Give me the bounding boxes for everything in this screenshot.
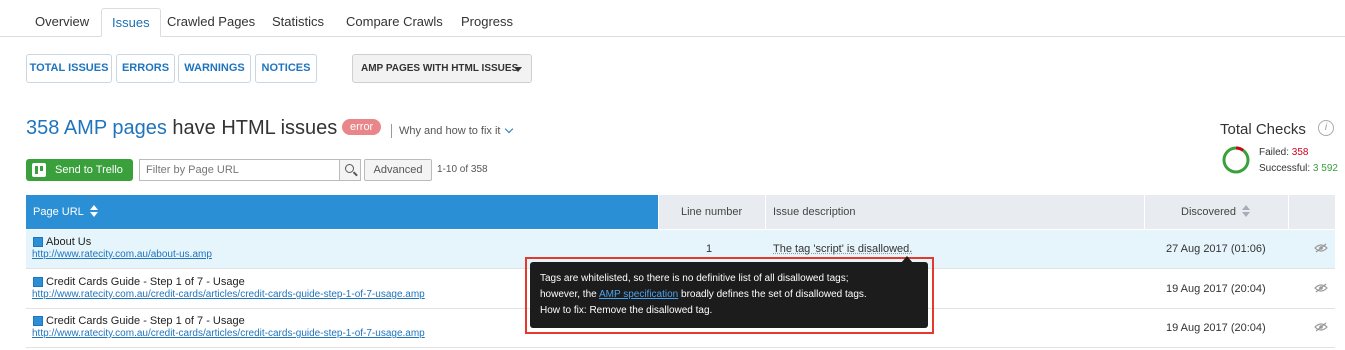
tooltip-line-2: however, the AMP specification broadly d… [540, 287, 918, 303]
column-issue-description: Issue description [773, 206, 856, 218]
row-page-url[interactable]: http://www.ratecity.com.au/credit-cards/… [32, 289, 425, 300]
failed-value: 358 [1291, 147, 1309, 158]
tooltip-line-1: Tags are whitelisted, so there is no def… [540, 273, 849, 284]
tooltip-line-3: How to fix: Remove the disallowed tag. [540, 305, 713, 316]
successful-count: Successful: 3 592 [1259, 163, 1338, 174]
donut-success-ring [1222, 146, 1250, 174]
send-to-trello-label: Send to Trello [55, 164, 123, 176]
successful-value: 3 592 [1312, 163, 1338, 174]
total-checks-title: Total Checks [1220, 121, 1306, 138]
tooltip-text: broadly defines the set of disallowed ta… [678, 289, 867, 300]
caret-down-icon [514, 67, 522, 72]
tab-progress[interactable]: Progress [451, 8, 523, 37]
table-header: Page URL Line number Issue description D… [26, 195, 1335, 229]
sort-icon [89, 205, 99, 218]
errors-button[interactable]: ERRORS [116, 54, 175, 83]
search-icon-handle [353, 171, 358, 177]
trello-icon [32, 163, 46, 177]
divider [1288, 195, 1289, 229]
checks-donut-chart [1222, 146, 1250, 174]
status-badge: error [342, 119, 382, 135]
row-page-title: Credit Cards Guide - Step 1 of 7 - Usage [46, 315, 245, 327]
tab-crawled-pages[interactable]: Crawled Pages [157, 8, 265, 37]
donut-failed-arc [1235, 146, 1244, 152]
row-discovered-date: 19 Aug 2017 (20:04) [1166, 283, 1266, 295]
external-link-icon[interactable] [33, 237, 43, 247]
row-page-title: About Us [46, 236, 92, 248]
search-button[interactable] [339, 159, 361, 181]
info-icon[interactable]: i [1318, 120, 1334, 136]
row-discovered-date: 19 Aug 2017 (20:04) [1166, 322, 1266, 334]
column-discovered-label: Discovered [1181, 206, 1237, 218]
row-page-url[interactable]: http://www.ratecity.com.au/about-us.amp [32, 249, 212, 260]
column-line-number: Line number [681, 206, 743, 218]
tooltip-text: however, the [540, 289, 599, 300]
hide-eye-icon[interactable] [1314, 322, 1328, 332]
total-issues-button[interactable]: TOTAL ISSUES [26, 54, 112, 83]
column-page-url[interactable]: Page URL [26, 195, 658, 229]
row-discovered-date: 27 Aug 2017 (01:06) [1166, 243, 1266, 255]
tab-bar: Overview Issues Crawled Pages Statistics… [0, 0, 1345, 37]
amp-specification-link[interactable]: AMP specification [599, 289, 678, 300]
sort-icon [1242, 205, 1251, 218]
page-title-text: have HTML issues [166, 117, 338, 139]
failed-count: Failed: 358 [1259, 147, 1308, 158]
page-title: 358 AMP pages have HTML issues [26, 116, 337, 140]
why-fix-link[interactable]: Why and how to fix it [399, 124, 513, 138]
divider [658, 195, 659, 229]
filter-url-input[interactable] [139, 159, 339, 181]
issue-type-select[interactable]: AMP PAGES WITH HTML ISSUES [352, 54, 532, 83]
row-line-number: 1 [706, 243, 713, 255]
failed-label: Failed: [1259, 147, 1290, 158]
chevron-down-icon [504, 124, 513, 134]
column-page-url-label: Page URL [33, 206, 84, 218]
row-issue-description[interactable]: The tag 'script' is disallowed. [773, 243, 912, 255]
issue-tooltip: Tags are whitelisted, so there is no def… [530, 262, 928, 328]
tab-issues[interactable]: Issues [101, 8, 161, 37]
notices-button[interactable]: NOTICES [255, 54, 317, 83]
external-link-icon[interactable] [33, 316, 43, 326]
hide-eye-icon[interactable] [1314, 243, 1328, 253]
send-to-trello-button[interactable]: Send to Trello [26, 159, 133, 181]
successful-label: Successful: [1259, 163, 1311, 174]
pages-count-link[interactable]: 358 AMP pages [26, 117, 167, 139]
row-page-title: Credit Cards Guide - Step 1 of 7 - Usage [46, 276, 245, 288]
hide-eye-icon[interactable] [1314, 283, 1328, 293]
column-discovered[interactable]: Discovered [1181, 195, 1251, 229]
issue-type-select-label: AMP PAGES WITH HTML ISSUES [361, 63, 519, 74]
advanced-button[interactable]: Advanced [364, 159, 432, 181]
why-fix-label: Why and how to fix it [399, 125, 501, 137]
tab-compare-crawls[interactable]: Compare Crawls [336, 8, 453, 37]
pagination-range: 1-10 of 358 [437, 164, 488, 175]
divider [391, 124, 392, 138]
divider [1144, 195, 1145, 229]
warnings-button[interactable]: WARNINGS [178, 54, 251, 83]
tab-overview[interactable]: Overview [25, 8, 99, 37]
external-link-icon[interactable] [33, 277, 43, 287]
divider [765, 195, 766, 229]
row-page-url[interactable]: http://www.ratecity.com.au/credit-cards/… [32, 328, 425, 339]
tab-statistics[interactable]: Statistics [262, 8, 334, 37]
